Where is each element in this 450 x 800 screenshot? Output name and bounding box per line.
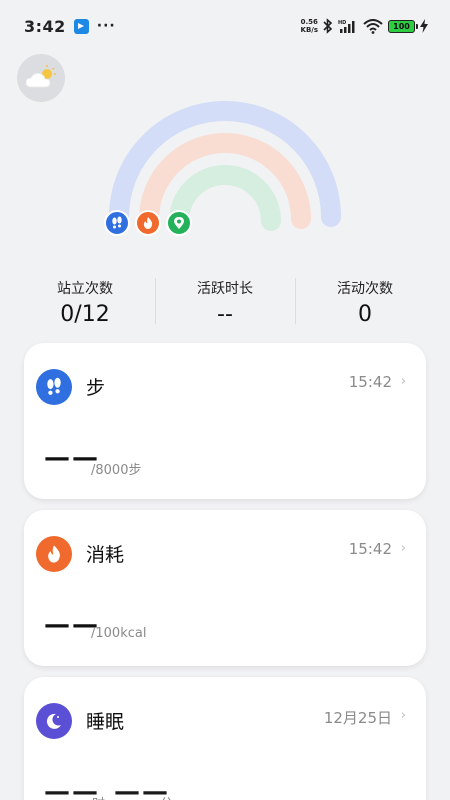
- activity-rainbow-chart: [109, 101, 341, 231]
- stat-value: 0: [358, 302, 372, 327]
- stat-label: 活跃时长: [197, 281, 253, 297]
- flame-icon: [48, 545, 60, 563]
- card-title: 消耗: [86, 544, 125, 566]
- svg-text:HD: HD: [338, 20, 346, 26]
- stat-label: 活动次数: [337, 281, 393, 297]
- stat-value: --: [217, 302, 233, 327]
- more-notifications-icon: ···: [96, 18, 116, 34]
- location-pin-icon: [174, 217, 184, 229]
- activity-arc: [169, 165, 281, 231]
- chevron-right-icon: ›: [400, 374, 406, 389]
- charging-icon: [420, 19, 428, 33]
- card-goal: /100kcal: [91, 626, 147, 641]
- flame-icon: [143, 217, 153, 229]
- stat-value: 0/12: [60, 302, 110, 327]
- signal-icon: HD: [338, 20, 355, 33]
- weather-button[interactable]: [17, 54, 65, 102]
- sleep-card[interactable]: 睡眠 12月25日 › —— 时 —— 分: [24, 677, 426, 800]
- calories-card-icon: [36, 536, 72, 572]
- footprints-icon: [112, 216, 122, 229]
- app-notification-icon: [73, 18, 89, 34]
- sleep-hours-unit: 时: [92, 793, 105, 800]
- status-time: 3:42: [24, 16, 66, 36]
- chevron-right-icon: ›: [400, 541, 406, 556]
- moon-icon: [46, 713, 61, 729]
- calories-ring-icon: [135, 210, 161, 236]
- bluetooth-icon: [323, 18, 333, 34]
- steps-card[interactable]: 步 15:42 › —— /8000步: [24, 343, 426, 499]
- wifi-icon: [363, 18, 383, 34]
- calories-card[interactable]: 消耗 15:42 › —— /100kcal: [24, 510, 426, 666]
- network-speed: 0.56 KB/s: [300, 18, 318, 34]
- partly-cloudy-icon: [25, 65, 56, 88]
- status-bar: 3:42 ··· 0.56 KB/s HD 100: [0, 0, 450, 52]
- card-time: 15:42: [348, 373, 392, 391]
- stat-stand-count: 站立次数 0/12: [15, 270, 155, 330]
- steps-ring-icon: [104, 210, 130, 236]
- sleep-minutes-unit: 分: [160, 793, 173, 800]
- steps-card-icon: [36, 369, 72, 405]
- stat-active-duration: 活跃时长 --: [155, 270, 295, 330]
- card-title: 睡眠: [86, 711, 125, 733]
- card-time: 15:42: [348, 540, 392, 558]
- card-goal: /8000步: [91, 463, 142, 478]
- card-date: 12月25日: [323, 709, 392, 727]
- sleep-card-icon: [36, 703, 72, 739]
- battery-indicator: 100: [388, 19, 418, 33]
- activity-ring-icon: [166, 210, 192, 236]
- footprints-icon: [47, 377, 61, 395]
- card-title: 步: [86, 377, 106, 399]
- stat-label: 站立次数: [57, 281, 113, 297]
- chevron-right-icon: ›: [400, 708, 406, 723]
- stats-row: 站立次数 0/12 活跃时长 -- 活动次数 0: [15, 270, 435, 330]
- stat-activity-count: 活动次数 0: [295, 270, 435, 330]
